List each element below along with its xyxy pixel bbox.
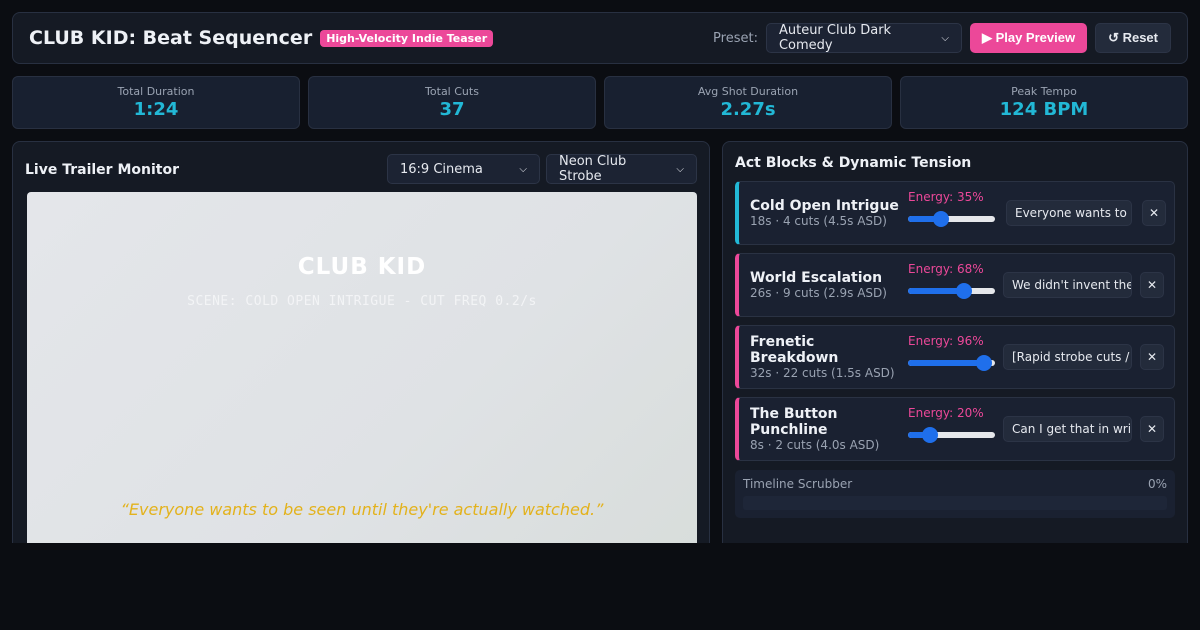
stat-value: 2.27s: [720, 99, 776, 120]
dialogue-input[interactable]: [Rapid strobe cuts / bass drop]: [1003, 344, 1132, 370]
act-name: World Escalation: [750, 270, 883, 286]
stat-total-cuts: Total Cuts 37: [308, 76, 596, 129]
act-name: The Button Punchline: [750, 406, 838, 438]
slider-thumb[interactable]: [956, 283, 973, 299]
stat-label: Total Duration: [117, 85, 195, 98]
energy-label: Energy: 68%: [908, 262, 984, 276]
play-preview-button[interactable]: ▶ Play Preview: [969, 23, 1088, 53]
act-meta: 32s · 22 cuts (1.5s ASD): [750, 366, 895, 380]
slider-thumb[interactable]: [932, 211, 949, 227]
energy-slider[interactable]: [908, 283, 995, 299]
act-name: Cold Open Intrigue: [750, 198, 899, 214]
visual-style-value: Neon Club Strobe: [559, 154, 627, 184]
app-header: CLUB KID: Beat Sequencer High-Velocity I…: [12, 12, 1188, 64]
preset-select-value: Auteur Club Dark Comedy: [778, 23, 892, 53]
dialogue-quote: “Everyone wants to be seen until they're…: [120, 500, 604, 519]
slider-thumb[interactable]: [922, 427, 939, 443]
energy-label: Energy: 35%: [908, 190, 984, 204]
act-blocks-panel: Act Blocks & Dynamic Tension Cold Open I…: [722, 141, 1188, 561]
chevron-down-icon: ⌵: [941, 32, 949, 44]
slider-fill: [908, 360, 985, 366]
scrubber-label: Timeline Scrubber: [743, 477, 853, 491]
stat-value: 1:24: [133, 99, 179, 120]
preset-label: Preset:: [713, 30, 758, 46]
timeline-scrubber[interactable]: Timeline Scrubber 0%: [735, 470, 1175, 518]
stat-value: 37: [439, 99, 465, 120]
reset-button[interactable]: ↺ Reset: [1095, 23, 1171, 53]
mode-badge: High-Velocity Indie Teaser: [320, 29, 494, 47]
preset-select[interactable]: Auteur Club Dark Comedy ⌵: [765, 23, 962, 53]
stat-avg-shot-duration: Avg Shot Duration 2.27s: [604, 76, 892, 129]
energy-slider[interactable]: [908, 211, 995, 227]
close-icon[interactable]: ✕: [1140, 416, 1164, 442]
energy-slider[interactable]: [908, 427, 995, 443]
empty-background: [0, 543, 1200, 630]
stat-label: Peak Tempo: [1011, 85, 1077, 98]
chevron-down-icon: ⌵: [676, 163, 684, 175]
act-blocks-title: Act Blocks & Dynamic Tension: [735, 155, 972, 171]
stat-total-duration: Total Duration 1:24: [12, 76, 300, 129]
dialogue-input[interactable]: Can I get that in writing?: [1003, 416, 1132, 442]
visual-style-select[interactable]: Neon Club Strobe ⌵: [546, 154, 697, 184]
preview-screen[interactable]: CLUB KID SCENE: COLD OPEN INTRIGUE - CUT…: [27, 192, 697, 562]
stat-label: Total Cuts: [425, 85, 479, 98]
live-trailer-monitor: Live Trailer Monitor 16:9 Cinema ⌵ Neon …: [12, 141, 710, 562]
act-name: Frenetic Breakdown: [750, 334, 839, 366]
aspect-ratio-value: 16:9 Cinema: [400, 161, 483, 177]
dialogue-input[interactable]: Everyone wants to be seen: [1006, 200, 1132, 226]
act-meta: 26s · 9 cuts (2.9s ASD): [750, 286, 887, 300]
app-title: CLUB KID: Beat Sequencer: [29, 27, 313, 49]
aspect-ratio-select[interactable]: 16:9 Cinema ⌵: [387, 154, 540, 184]
act-meta: 18s · 4 cuts (4.5s ASD): [750, 214, 887, 228]
act-block[interactable]: Cold Open Intrigue 18s · 4 cuts (4.5s AS…: [735, 181, 1175, 245]
scene-caption: SCENE: COLD OPEN INTRIGUE - CUT FREQ 0.2…: [187, 294, 537, 309]
stat-label: Avg Shot Duration: [697, 85, 799, 98]
act-block[interactable]: World Escalation 26s · 9 cuts (2.9s ASD)…: [735, 253, 1175, 317]
close-icon[interactable]: ✕: [1140, 344, 1164, 370]
energy-label: Energy: 20%: [908, 406, 984, 420]
act-block[interactable]: Frenetic Breakdown 32s · 22 cuts (1.5s A…: [735, 325, 1175, 389]
slider-thumb[interactable]: [976, 355, 993, 371]
scrubber-percent: 0%: [1147, 477, 1167, 491]
act-meta: 8s · 2 cuts (4.0s ASD): [750, 438, 880, 452]
dialogue-input[interactable]: We didn't invent the rules: [1003, 272, 1132, 298]
header-controls: Preset: Auteur Club Dark Comedy ⌵ ▶ Play…: [713, 23, 1171, 53]
close-icon[interactable]: ✕: [1142, 200, 1166, 226]
monitor-title: Live Trailer Monitor: [25, 162, 179, 178]
stat-peak-tempo: Peak Tempo 124 BPM: [900, 76, 1188, 129]
chevron-down-icon: ⌵: [519, 163, 527, 175]
scrubber-track[interactable]: [743, 496, 1167, 510]
screen-title: CLUB KID: [297, 254, 427, 280]
stats-row: Total Duration 1:24 Total Cuts 37 Avg Sh…: [12, 76, 1188, 129]
energy-label: Energy: 96%: [908, 334, 984, 348]
close-icon[interactable]: ✕: [1140, 272, 1164, 298]
act-block[interactable]: The Button Punchline 8s · 2 cuts (4.0s A…: [735, 397, 1175, 461]
stat-value: 124 BPM: [999, 99, 1089, 120]
energy-slider[interactable]: [908, 355, 995, 371]
